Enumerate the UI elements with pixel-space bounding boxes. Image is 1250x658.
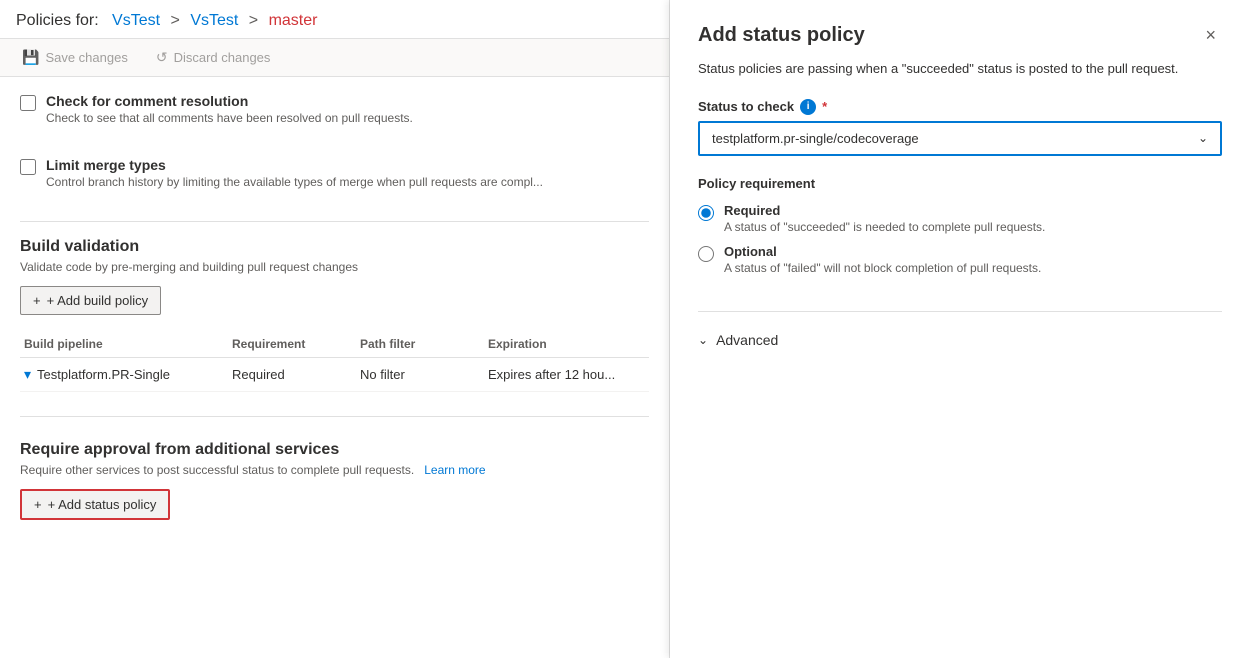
breadcrumb-sep1: > <box>171 12 185 29</box>
build-table-header: Build pipeline Requirement Path filter E… <box>20 331 649 358</box>
table-row[interactable]: ▾ Testplatform.PR-Single Required No fil… <box>20 358 649 392</box>
build-validation-section: Build validation Validate code by pre-me… <box>20 238 649 392</box>
policy-requirement-label: Policy requirement <box>698 176 1222 191</box>
pipeline-icon: ▾ <box>24 366 31 383</box>
advanced-toggle-button[interactable]: ⌄ Advanced <box>698 328 1222 352</box>
breadcrumb: Policies for: VsTest > VsTest > master <box>0 0 669 39</box>
col-expiration: Expiration <box>488 337 668 351</box>
left-panel: Policies for: VsTest > VsTest > master 💾… <box>0 0 670 658</box>
add-status-label: + Add status policy <box>48 497 157 512</box>
required-title: Required <box>724 203 1045 218</box>
dialog-panel: Add status policy × Status policies are … <box>670 0 1250 658</box>
optional-option: Optional A status of "failed" will not b… <box>698 244 1222 275</box>
add-build-label: + Add build policy <box>47 293 149 308</box>
divider-2 <box>20 416 649 417</box>
row-requirement: Required <box>232 367 352 382</box>
advanced-label: Advanced <box>716 332 778 348</box>
optional-title: Optional <box>724 244 1041 259</box>
discard-icon: ↺ <box>156 49 168 66</box>
require-approval-section: Require approval from additional service… <box>20 441 649 520</box>
policy-item-merge: Limit merge types Control branch history… <box>20 157 649 205</box>
merge-checkbox[interactable] <box>20 159 36 175</box>
learn-more-link[interactable]: Learn more <box>424 463 485 477</box>
status-check-text: Status to check <box>698 99 794 114</box>
close-icon: × <box>1205 25 1216 45</box>
chevron-right-icon: ⌄ <box>698 333 708 347</box>
optional-radio[interactable] <box>698 246 714 262</box>
optional-desc: A status of "failed" will not block comp… <box>724 261 1041 275</box>
pipeline-label: Testplatform.PR-Single <box>37 367 170 382</box>
save-changes-button[interactable]: 💾 Save changes <box>16 45 134 70</box>
breadcrumb-org[interactable]: VsTest <box>112 12 160 29</box>
divider-1 <box>20 221 649 222</box>
add-build-policy-button[interactable]: + + Add build policy <box>20 286 161 315</box>
row-expiration: Expires after 12 hou... <box>488 367 668 382</box>
row-pathfilter: No filter <box>360 367 480 382</box>
toolbar: 💾 Save changes ↺ Discard changes <box>0 39 669 77</box>
dialog-divider <box>698 311 1222 312</box>
comment-checkbox[interactable] <box>20 95 36 111</box>
policy-item-comment: Check for comment resolution Check to se… <box>20 93 649 141</box>
discard-label: Discard changes <box>174 50 271 65</box>
save-label: Save changes <box>45 50 127 65</box>
col-requirement: Requirement <box>232 337 352 351</box>
col-pipeline: Build pipeline <box>24 337 224 351</box>
required-radio[interactable] <box>698 205 714 221</box>
dialog-description: Status policies are passing when a "succ… <box>698 59 1222 79</box>
require-desc: Require other services to post successfu… <box>20 463 649 477</box>
breadcrumb-branch: master <box>269 12 318 29</box>
required-desc: A status of "succeeded" is needed to com… <box>724 220 1045 234</box>
content-area: Check for comment resolution Check to se… <box>0 77 669 658</box>
build-validation-desc: Validate code by pre-merging and buildin… <box>20 260 649 274</box>
add-status-policy-button[interactable]: + + Add status policy <box>20 489 170 520</box>
info-icon[interactable]: i <box>800 99 816 115</box>
comment-desc: Check to see that all comments have been… <box>46 111 413 125</box>
breadcrumb-sep2: > <box>249 12 263 29</box>
add-status-icon: + <box>34 497 42 512</box>
merge-desc: Control branch history by limiting the a… <box>46 175 543 189</box>
require-title: Require approval from additional service… <box>20 441 649 459</box>
discard-changes-button[interactable]: ↺ Discard changes <box>150 45 277 70</box>
required-option: Required A status of "succeeded" is need… <box>698 203 1222 234</box>
build-validation-title: Build validation <box>20 238 649 256</box>
status-dropdown[interactable]: testplatform.pr-single/codecoverage ⌄ <box>698 121 1222 156</box>
dialog-title: Add status policy <box>698 24 865 47</box>
required-star: * <box>822 99 827 114</box>
save-icon: 💾 <box>22 49 39 66</box>
status-value: testplatform.pr-single/codecoverage <box>712 131 919 146</box>
col-pathfilter: Path filter <box>360 337 480 351</box>
breadcrumb-label: Policies for: <box>16 12 99 29</box>
chevron-down-icon: ⌄ <box>1198 131 1208 145</box>
breadcrumb-repo[interactable]: VsTest <box>190 12 238 29</box>
close-dialog-button[interactable]: × <box>1199 24 1222 46</box>
status-check-label: Status to check i * <box>698 99 1222 115</box>
pipeline-name: ▾ Testplatform.PR-Single <box>24 366 224 383</box>
merge-title: Limit merge types <box>46 157 543 173</box>
comment-title: Check for comment resolution <box>46 93 413 109</box>
require-desc-text: Require other services to post successfu… <box>20 463 414 477</box>
dialog-header: Add status policy × <box>698 24 1222 47</box>
add-build-icon: + <box>33 293 41 308</box>
policy-requirement-group: Required A status of "succeeded" is need… <box>698 203 1222 275</box>
